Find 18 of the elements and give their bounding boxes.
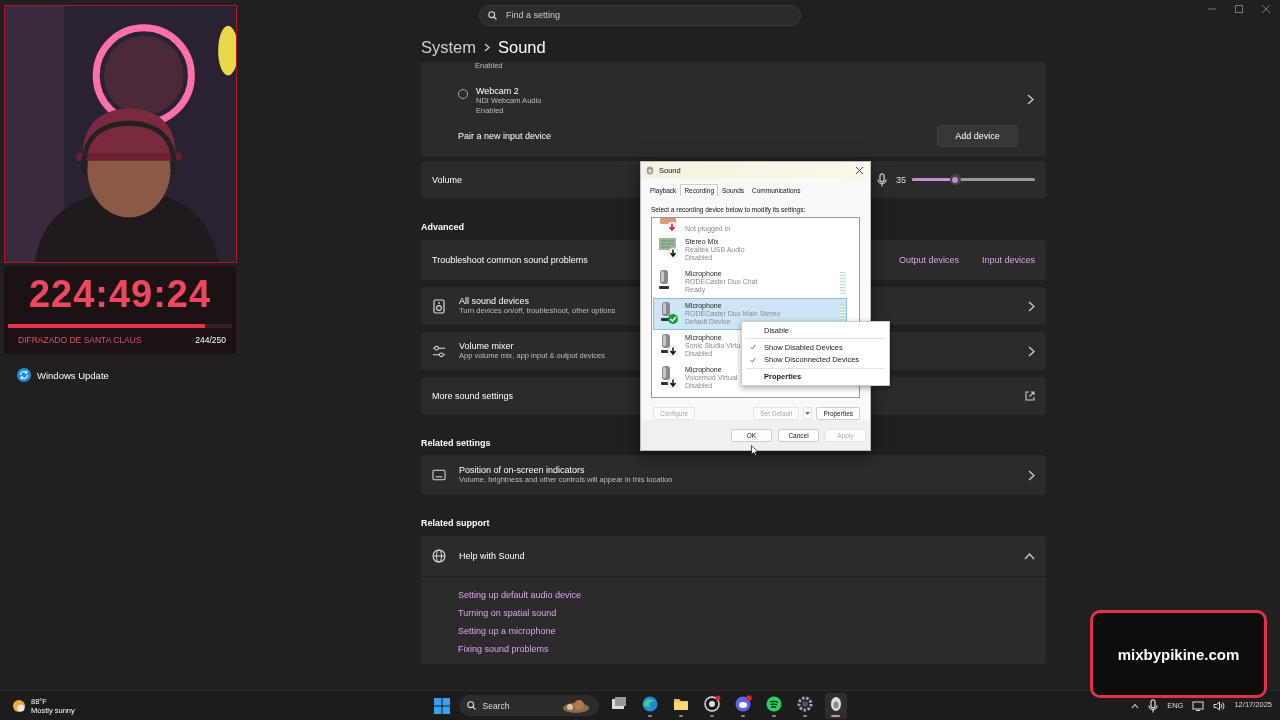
- volume-reading: 35: [896, 174, 906, 185]
- row-title: More sound settings: [432, 391, 514, 401]
- goal-label: DIFRAZADO DE SANTA CLAUS: [18, 335, 142, 345]
- volume-label: Volume: [432, 174, 464, 185]
- pair-device-label: Pair a new input device: [458, 131, 552, 141]
- section-heading: Related settings: [421, 437, 491, 450]
- goal-count: 244/250: [195, 335, 226, 345]
- section-heading: Advanced: [421, 221, 464, 234]
- website-banner: mixbypikine.com: [1090, 610, 1267, 698]
- device-name: Webcam 2: [476, 86, 519, 96]
- row-title: Position of on-screen indicators: [459, 465, 585, 475]
- countdown-timer: 224:49:24: [27, 274, 213, 314]
- row-title: All sound devices: [459, 296, 530, 306]
- page-title: Sound: [498, 38, 546, 57]
- section-heading: Related support: [421, 517, 490, 530]
- troubleshoot-label: Troubleshoot common sound problems: [432, 255, 588, 265]
- row-title: Volume mixer: [459, 341, 514, 351]
- help-title: Help with Sound: [459, 551, 525, 561]
